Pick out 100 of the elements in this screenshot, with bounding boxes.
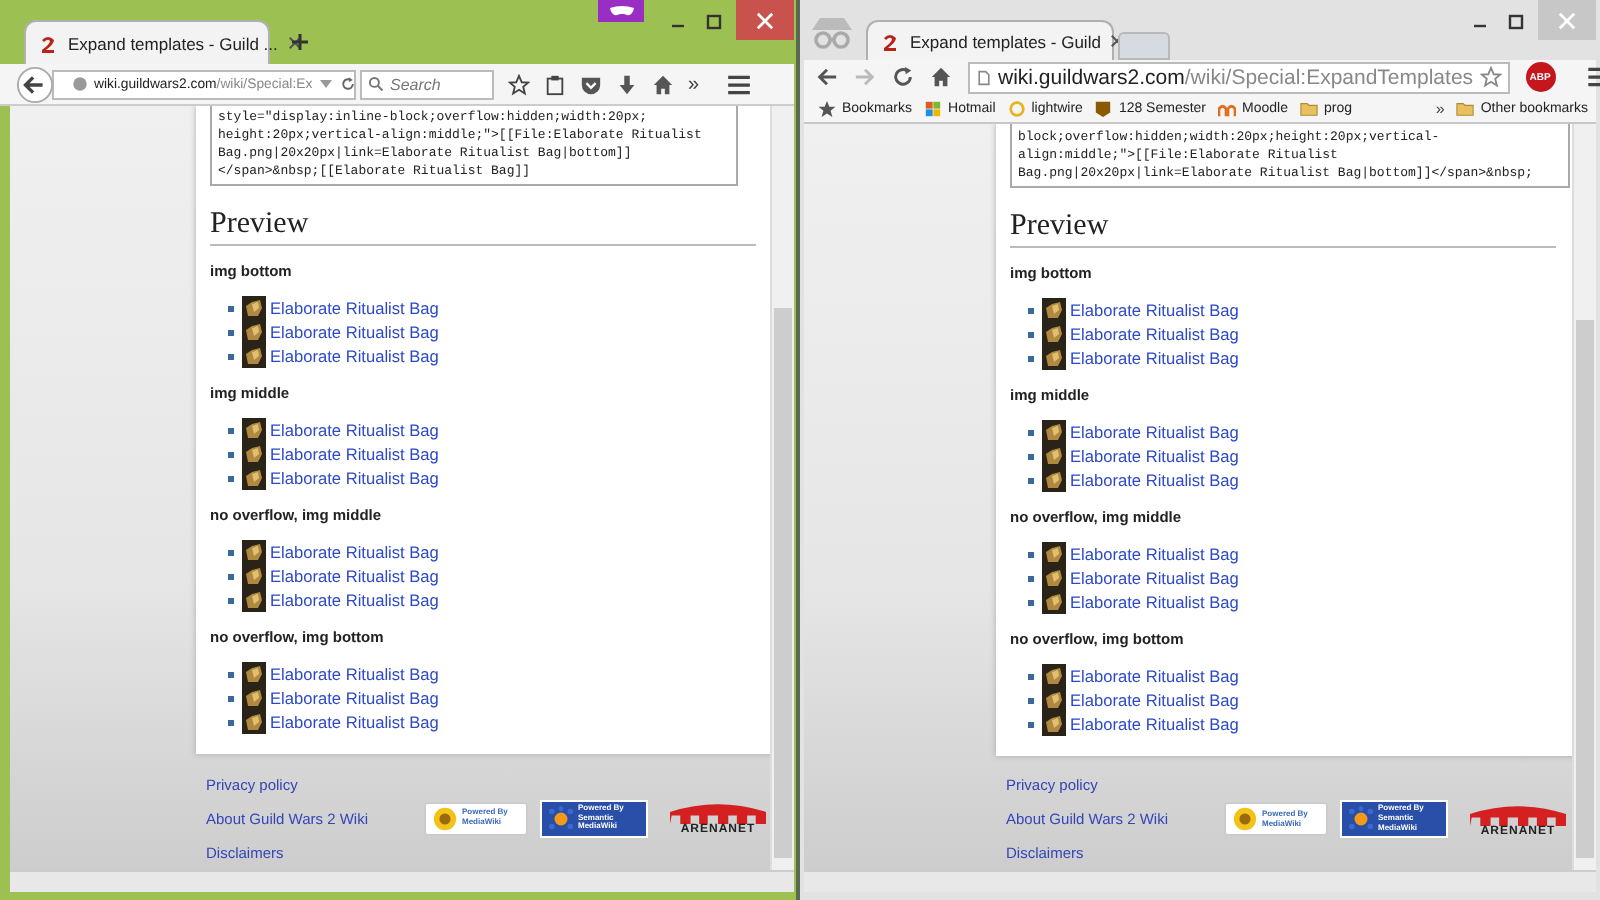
overflow-button[interactable]: » <box>688 73 700 95</box>
preview-heading: Preview <box>1010 210 1556 248</box>
windows-icon <box>924 99 943 117</box>
dropdown-icon[interactable] <box>318 76 335 92</box>
bag-icon <box>242 344 266 368</box>
bullet-icon <box>228 427 234 433</box>
bag-icon <box>242 466 266 490</box>
item-link[interactable]: Elaborate Ritualist Bag <box>1070 348 1239 368</box>
bag-icon <box>242 662 266 686</box>
item-link[interactable]: Elaborate Ritualist Bag <box>270 566 439 586</box>
horizontal-scrollbar[interactable] <box>10 870 794 892</box>
item-link[interactable]: Elaborate Ritualist Bag <box>1070 446 1239 466</box>
clipboard-icon[interactable] <box>544 73 566 95</box>
bullet-icon <box>1028 697 1034 703</box>
bullet-icon <box>228 573 234 579</box>
bullet-icon <box>1028 551 1034 557</box>
bag-icon <box>1042 664 1066 688</box>
bag-icon <box>1042 712 1066 736</box>
download-icon[interactable] <box>616 73 638 95</box>
bag-icon <box>1042 542 1066 566</box>
network-icon <box>1348 806 1374 832</box>
maximize-icon[interactable] <box>704 12 724 32</box>
back-icon[interactable] <box>816 66 838 88</box>
bag-icon <box>242 320 266 344</box>
bag-icon <box>242 442 266 466</box>
bullet-icon <box>228 475 234 481</box>
maximize-icon[interactable] <box>1506 12 1526 32</box>
horizontal-scrollbar[interactable] <box>804 870 1596 892</box>
bullet-icon <box>1028 429 1034 435</box>
item-link[interactable]: Elaborate Ritualist Bag <box>270 322 439 342</box>
bullet-icon <box>228 451 234 457</box>
item-link[interactable]: Elaborate Ritualist Bag <box>1070 324 1239 344</box>
arch-icon <box>666 800 770 824</box>
star-icon <box>818 99 836 117</box>
bullet-icon <box>228 597 234 603</box>
reload-icon[interactable] <box>892 66 914 88</box>
bullet-icon <box>1028 307 1034 313</box>
bullet-icon <box>1028 599 1034 605</box>
back-icon[interactable] <box>16 65 54 103</box>
item-link[interactable]: Elaborate Ritualist Bag <box>1070 666 1239 686</box>
favicon-icon <box>880 31 900 51</box>
hat-icon <box>1218 99 1237 117</box>
item-link[interactable]: Elaborate Ritualist Bag <box>270 664 439 684</box>
star-icon[interactable] <box>1479 66 1502 88</box>
item-link[interactable]: Elaborate Ritualist Bag <box>270 346 439 366</box>
close-window-button[interactable] <box>736 0 794 40</box>
item-link[interactable]: Elaborate Ritualist Bag <box>1070 470 1239 490</box>
item-link[interactable]: Elaborate Ritualist Bag <box>1070 690 1239 710</box>
bag-icon <box>242 588 266 612</box>
item-link[interactable]: Elaborate Ritualist Bag <box>1070 568 1239 588</box>
vertical-scrollbar[interactable] <box>770 106 794 870</box>
close-icon <box>756 11 774 29</box>
bullet-icon <box>1028 331 1034 337</box>
item-link[interactable]: Elaborate Ritualist Bag <box>270 590 439 610</box>
item-link[interactable]: Elaborate Ritualist Bag <box>270 420 439 440</box>
vertical-scrollbar[interactable] <box>1572 124 1596 870</box>
bag-icon <box>1042 590 1066 614</box>
pocket-icon[interactable] <box>580 73 602 95</box>
globe-icon <box>72 76 88 92</box>
home-icon[interactable] <box>652 73 674 95</box>
bag-icon <box>1042 566 1066 590</box>
bag-icon <box>242 686 266 710</box>
item-link[interactable]: Elaborate Ritualist Bag <box>270 298 439 318</box>
new-tab-icon[interactable] <box>290 32 310 52</box>
bag-icon <box>1042 444 1066 468</box>
item-link[interactable]: Elaborate Ritualist Bag <box>1070 714 1239 734</box>
item-link[interactable]: Elaborate Ritualist Bag <box>1070 422 1239 442</box>
star-icon[interactable] <box>508 73 530 95</box>
bag-icon <box>242 564 266 588</box>
bag-icon <box>1042 346 1066 370</box>
item-link[interactable]: Elaborate Ritualist Bag <box>270 542 439 562</box>
bag-icon <box>1042 298 1066 322</box>
page-icon <box>976 69 992 85</box>
folder-icon <box>1300 99 1318 117</box>
item-link[interactable]: Elaborate Ritualist Bag <box>1070 544 1239 564</box>
bag-icon <box>242 540 266 564</box>
item-link[interactable]: Elaborate Ritualist Bag <box>270 468 439 488</box>
bag-icon <box>242 418 266 442</box>
bullet-icon <box>1028 453 1034 459</box>
preview-heading: Preview <box>210 208 756 246</box>
sunflower-icon <box>1232 806 1258 832</box>
item-link[interactable]: Elaborate Ritualist Bag <box>1070 300 1239 320</box>
item-link[interactable]: Elaborate Ritualist Bag <box>1070 592 1239 612</box>
menu-icon[interactable] <box>725 71 752 97</box>
bookmarks-overflow-button[interactable]: » <box>1435 99 1445 117</box>
reload-icon[interactable] <box>340 76 357 92</box>
favicon-icon <box>38 33 58 53</box>
browser-tab[interactable]: Expand templates - Guild <box>866 20 1114 60</box>
item-link[interactable]: Elaborate Ritualist Bag <box>270 444 439 464</box>
item-link[interactable]: Elaborate Ritualist Bag <box>270 712 439 732</box>
bullet-icon <box>1028 477 1034 483</box>
address-bar[interactable]: wiki.guildwars2.com/wiki/Special:ExpandTemplates <box>968 61 1510 93</box>
bag-icon <box>1042 688 1066 712</box>
search-field[interactable]: Search <box>360 69 494 99</box>
item-link[interactable]: Elaborate Ritualist Bag <box>270 688 439 708</box>
close-icon[interactable] <box>287 36 302 50</box>
home-icon[interactable] <box>930 66 952 88</box>
bullet-icon <box>228 353 234 359</box>
bullet-icon <box>228 305 234 311</box>
bullet-icon <box>228 329 234 335</box>
